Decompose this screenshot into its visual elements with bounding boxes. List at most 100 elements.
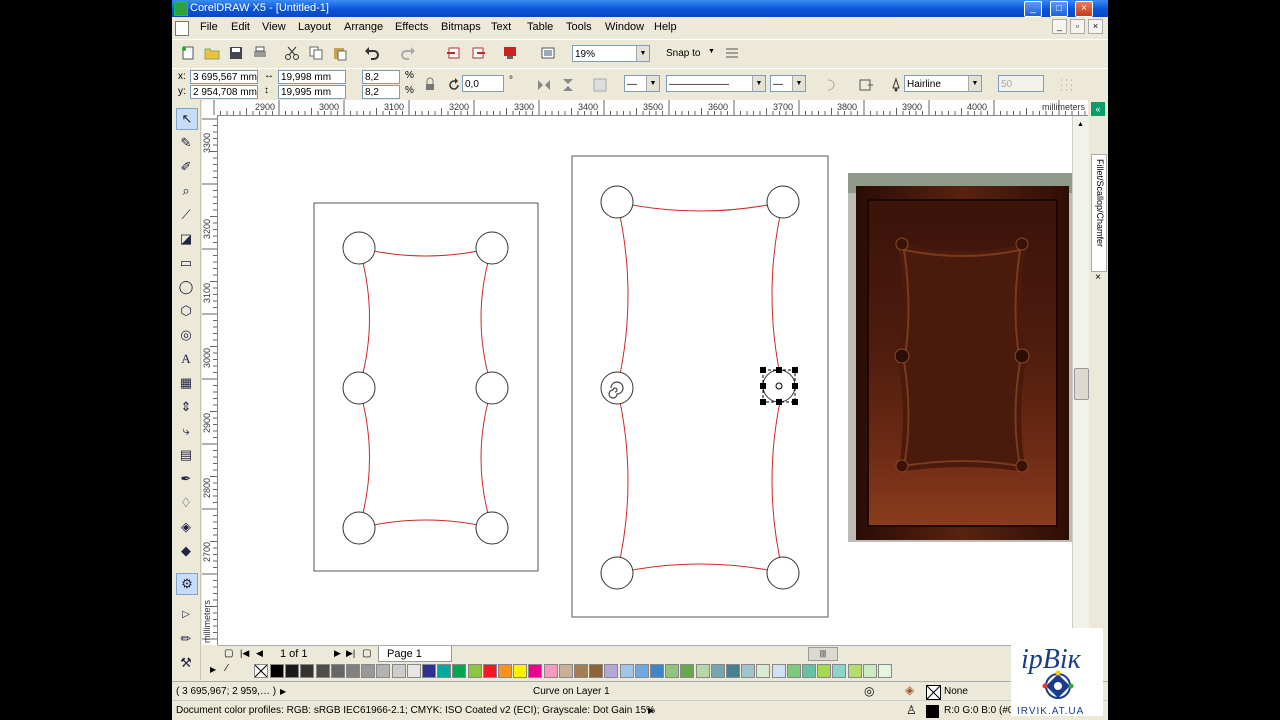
doc-close-button[interactable]: × (1088, 19, 1103, 34)
ellipse-tool-icon[interactable]: ◯ (176, 277, 196, 297)
color-swatch[interactable] (680, 664, 695, 678)
profiles-expand-arrow-icon[interactable]: ▶ (648, 706, 654, 715)
side-circle[interactable] (600, 371, 634, 405)
blend-tool-icon[interactable]: ▤ (176, 445, 196, 465)
menu-layout[interactable]: Layout (298, 21, 331, 33)
menu-text[interactable]: Text (491, 21, 511, 33)
color-swatch[interactable] (422, 664, 436, 678)
color-swatch[interactable] (376, 664, 391, 678)
connector-tool-icon[interactable]: ⤷ (176, 421, 196, 441)
outline-width-select[interactable]: Hairline ▼ (904, 75, 982, 92)
color-swatch[interactable] (574, 664, 588, 678)
horizontal-ruler[interactable]: 2900 3000 3100 3200 3300 3400 3500 3600 … (202, 100, 1088, 116)
lock-ratio-icon[interactable] (422, 77, 438, 93)
freehand-tool-icon[interactable]: ⟋ (176, 205, 196, 225)
scale-height-field[interactable]: 8,2 (362, 85, 400, 99)
color-swatch[interactable] (270, 664, 284, 678)
color-swatch[interactable] (391, 664, 406, 678)
color-swatch[interactable] (665, 664, 680, 678)
vertical-ruler[interactable]: 3300 3200 3100 3000 2900 2800 2700 milli… (202, 115, 218, 645)
add-page-after-icon[interactable]: ▢ (362, 648, 371, 659)
smudge-tool-icon[interactable]: ✐ (176, 157, 196, 177)
wooden-door-photo[interactable] (848, 173, 1072, 542)
zoom-level-select[interactable]: 19% ▼ (572, 45, 650, 62)
corner-circle[interactable] (475, 231, 509, 265)
menu-view[interactable]: View (262, 21, 286, 33)
color-swatch[interactable] (315, 664, 330, 678)
chevron-down-icon[interactable]: ▼ (646, 76, 659, 91)
menu-window[interactable]: Window (605, 21, 644, 33)
first-page-icon[interactable]: |◀ (240, 648, 249, 659)
color-swatch[interactable] (710, 664, 725, 678)
docker-tab[interactable]: Fillet/Scallop/Chamfer (1091, 154, 1107, 272)
color-swatch[interactable] (300, 664, 315, 678)
horizontal-scroll-thumb[interactable]: ||| (808, 647, 838, 661)
eyedropper-tool-icon[interactable]: ✒ (176, 469, 196, 489)
color-swatch[interactable] (619, 664, 634, 678)
chevron-down-icon[interactable]: ▼ (968, 76, 981, 91)
color-swatch[interactable] (771, 664, 786, 678)
corner-circle[interactable] (342, 511, 376, 545)
options-icon[interactable] (724, 45, 740, 61)
expand-arrow-icon[interactable]: ▷ (176, 605, 196, 625)
color-swatch[interactable] (832, 664, 847, 678)
docker-close-icon[interactable]: × (1092, 272, 1104, 284)
chevron-down-icon[interactable]: ▼ (636, 46, 649, 61)
color-swatch[interactable] (437, 664, 452, 678)
interactive-fill-tool-icon[interactable]: ◆ (176, 541, 196, 561)
object-width-field[interactable]: 19,998 mm (278, 70, 346, 84)
menu-arrange[interactable]: Arrange (344, 21, 383, 33)
doc-minimize-button[interactable]: _ (1052, 19, 1067, 34)
target-icon[interactable]: ◎ (864, 684, 874, 698)
start-arrowhead-select[interactable]: — ▼ (624, 75, 660, 92)
color-swatch[interactable] (878, 664, 892, 678)
color-swatch[interactable] (604, 664, 619, 678)
text-tool-icon[interactable]: A (176, 349, 196, 369)
outline-color-swatch[interactable] (926, 705, 939, 718)
drawing-svg[interactable] (218, 116, 1072, 645)
color-swatch[interactable] (558, 664, 573, 678)
rectangle-tool-icon[interactable]: ▭ (176, 253, 196, 273)
color-swatch[interactable] (528, 664, 543, 678)
docker-toggle-icon[interactable]: ⚙ (176, 573, 198, 595)
menu-tools[interactable]: Tools (566, 21, 592, 33)
y-position-field[interactable]: 2 954,708 mm (190, 85, 258, 99)
close-curve-icon[interactable] (824, 77, 840, 93)
color-swatch[interactable] (498, 664, 512, 678)
menu-edit[interactable]: Edit (231, 21, 250, 33)
color-swatch[interactable] (285, 664, 300, 678)
mirror-horizontal-icon[interactable] (536, 77, 552, 93)
add-page-before-icon[interactable]: ▢ (224, 648, 233, 659)
color-swatch[interactable] (726, 664, 740, 678)
object-height-field[interactable]: 19,995 mm (278, 85, 346, 99)
corner-circle[interactable] (600, 185, 634, 219)
smart-fill-tool-icon[interactable]: ◪ (176, 229, 196, 249)
color-swatch[interactable] (513, 664, 528, 678)
cut-icon[interactable] (284, 45, 300, 61)
quick-trace-icon[interactable] (592, 77, 608, 93)
table-tool-icon[interactable]: ▦ (176, 373, 196, 393)
side-circle[interactable] (342, 371, 376, 405)
drawing-canvas[interactable] (218, 116, 1072, 645)
palette-eyedropper-icon[interactable]: ⁄ (226, 663, 228, 674)
color-swatch[interactable] (330, 664, 345, 678)
wrap-text-icon[interactable] (858, 77, 874, 93)
color-swatch[interactable] (543, 664, 558, 678)
copy-icon[interactable] (308, 45, 324, 61)
color-swatch[interactable] (756, 664, 771, 678)
scale-width-field[interactable]: 8,2 (362, 70, 400, 84)
color-swatch[interactable] (346, 664, 360, 678)
snap-to-button[interactable]: Snap to (666, 48, 700, 59)
basic-shapes-tool-icon[interactable]: ◎ (176, 325, 196, 345)
color-swatch[interactable] (695, 664, 710, 678)
prev-page-icon[interactable]: ◀ (256, 648, 263, 659)
color-swatch[interactable] (467, 664, 482, 678)
document-color-profiles[interactable]: Document color profiles: RGB: sRGB IEC61… (176, 705, 655, 716)
color-swatch[interactable] (741, 664, 756, 678)
print-icon[interactable] (252, 45, 268, 61)
line-style-select[interactable]: —————— ▼ (666, 75, 766, 92)
page-tab[interactable]: Page 1 (378, 646, 452, 662)
end-arrowhead-select[interactable]: — ▼ (770, 75, 806, 92)
welcome-screen-icon[interactable] (540, 45, 556, 61)
color-swatch[interactable] (802, 664, 816, 678)
